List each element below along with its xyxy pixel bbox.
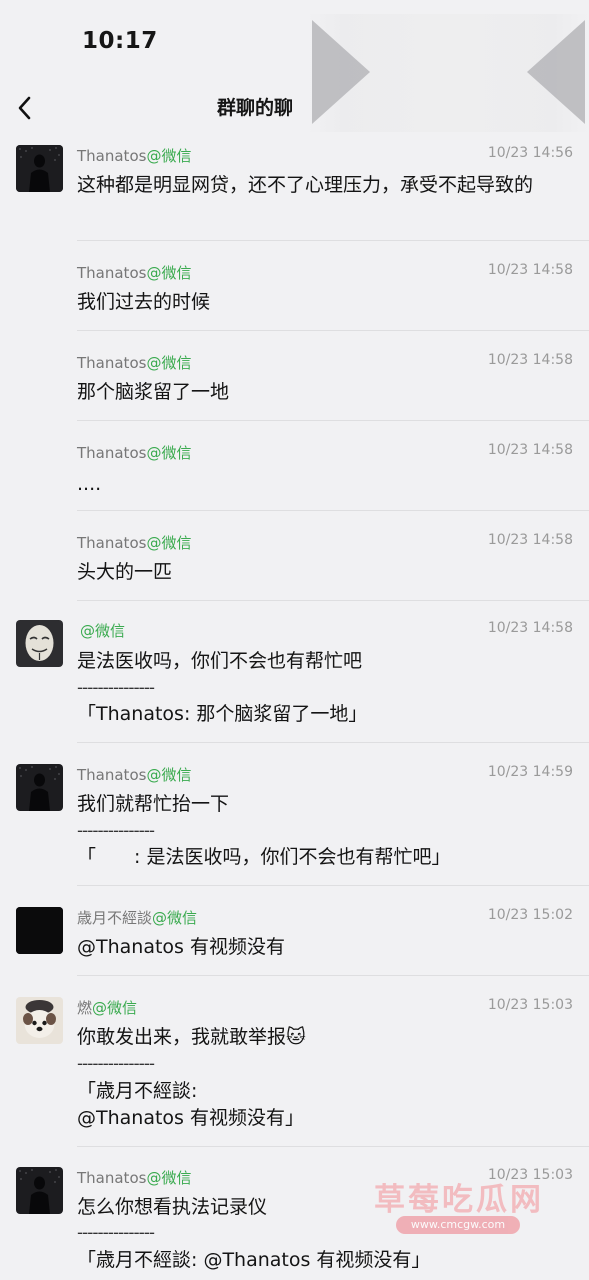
- message-text: @Thanatos 有视频没有: [77, 936, 285, 958]
- puppy-photo-icon: [16, 997, 63, 1044]
- message-text-body: 你敢发出来，我就敢举报: [77, 1026, 287, 1048]
- cat-emoji-icon: 🐱: [286, 1026, 306, 1048]
- avatar[interactable]: [16, 764, 63, 811]
- message-text: 是法医收吗，你们不会也有帮忙吧: [77, 650, 363, 672]
- message-timestamp: 10/23 14:59: [487, 764, 573, 780]
- divider: [77, 1146, 589, 1147]
- source-label: @微信: [146, 766, 192, 784]
- message-meta: Thanatos@微信: [77, 145, 191, 166]
- status-time: 10:17: [82, 28, 158, 54]
- message-meta: Thanatos@微信: [77, 262, 191, 283]
- message-meta: Thanatos@微信: [77, 532, 191, 553]
- message-timestamp: 10/23 15:02: [487, 907, 573, 923]
- avatar[interactable]: [16, 997, 63, 1044]
- sender-name: 燃: [77, 999, 93, 1017]
- avatar[interactable]: [16, 145, 63, 192]
- person-silhouette-icon: [16, 1167, 63, 1214]
- sender-name: Thanatos: [77, 264, 147, 282]
- page-title: 群聊的聊: [217, 97, 294, 119]
- quote-divider: ---------------: [77, 821, 155, 841]
- message-meta: Thanatos@微信: [77, 352, 191, 373]
- play-triangle-icon: [312, 20, 370, 124]
- sender-name: Thanatos: [77, 354, 147, 372]
- quoted-message-line[interactable]: 「歳月不經談:: [77, 1078, 197, 1105]
- source-label: @微信: [92, 999, 138, 1017]
- quote-divider: ---------------: [77, 1054, 155, 1074]
- sender-name: Thanatos: [77, 1169, 147, 1187]
- person-silhouette-icon: [16, 764, 63, 811]
- message-text: 这种都是明显网贷，还不了心理压力，承受不起导致的: [77, 174, 534, 196]
- divider: [77, 600, 589, 601]
- reverse-triangle-icon: [527, 20, 585, 124]
- sender-name: Thanatos: [77, 444, 147, 462]
- source-label: @微信: [146, 1169, 192, 1187]
- avatar[interactable]: [16, 1167, 63, 1214]
- quoted-message[interactable]: 「Thanatos: 那个脑浆留了一地」: [77, 701, 367, 728]
- quote-divider: ---------------: [77, 678, 155, 698]
- divider: [77, 885, 589, 886]
- avatar[interactable]: [16, 907, 63, 954]
- message-timestamp: 10/23 14:58: [487, 442, 573, 458]
- divider: [77, 240, 589, 241]
- message-meta: @微信: [80, 620, 125, 641]
- source-label: @微信: [152, 909, 198, 927]
- divider: [77, 510, 589, 511]
- source-label: @微信: [146, 264, 192, 282]
- mask-face-icon: [16, 620, 63, 667]
- message-meta: 燃@微信: [77, 997, 137, 1018]
- message-meta: 歳月不經談@微信: [77, 907, 197, 928]
- blank-avatar-icon: [16, 907, 63, 954]
- divider: [77, 975, 589, 976]
- message-text: 那个脑浆留了一地: [77, 381, 230, 403]
- divider: [77, 742, 589, 743]
- person-silhouette-icon: [16, 145, 63, 192]
- source-label: @微信: [80, 622, 126, 640]
- back-button[interactable]: [12, 90, 44, 126]
- divider: [77, 420, 589, 421]
- message-meta: Thanatos@微信: [77, 764, 191, 785]
- message-timestamp: 10/23 14:56: [487, 145, 573, 161]
- sender-name: Thanatos: [77, 766, 147, 784]
- message-text: 我们过去的时候: [77, 291, 211, 313]
- site-watermark: 草莓吃瓜网 www.cmcgw.com: [372, 1174, 582, 1244]
- message-meta: Thanatos@微信: [77, 442, 191, 463]
- source-label: @微信: [146, 354, 192, 372]
- message-text: 你敢发出来，我就敢举报🐱: [77, 1024, 572, 1050]
- sender-name: Thanatos: [77, 147, 147, 165]
- source-label: @微信: [146, 534, 192, 552]
- source-label: @微信: [146, 444, 192, 462]
- message-timestamp: 10/23 14:58: [487, 352, 573, 368]
- source-label: @微信: [146, 147, 192, 165]
- message-text: 头大的一匹: [77, 561, 173, 583]
- avatar[interactable]: [16, 620, 63, 667]
- quoted-message[interactable]: 「歳月不經談: @Thanatos 有视频没有」: [77, 1247, 430, 1274]
- sender-name: Thanatos: [77, 534, 147, 552]
- message-text: 我们就帮忙抬一下: [77, 793, 230, 815]
- watermark-url: www.cmcgw.com: [396, 1216, 520, 1234]
- watermark-title: 草莓吃瓜网: [374, 1182, 544, 1218]
- sender-name: 歳月不經談: [77, 909, 153, 927]
- message-meta: Thanatos@微信: [77, 1167, 191, 1188]
- message-timestamp: 10/23 14:58: [487, 620, 573, 636]
- divider: [77, 330, 589, 331]
- quote-divider: ---------------: [77, 1223, 155, 1243]
- message-timestamp: 10/23 14:58: [487, 262, 573, 278]
- quoted-message[interactable]: 「 : 是法医收吗，你们不会也有帮忙吧」: [77, 844, 450, 871]
- message-timestamp: 10/23 15:03: [487, 997, 573, 1013]
- redaction-overlay: [308, 14, 589, 132]
- chevron-left-icon: [18, 96, 31, 120]
- message-text: ....: [77, 473, 102, 495]
- message-timestamp: 10/23 14:58: [487, 532, 573, 548]
- quoted-message-line[interactable]: @Thanatos 有视频没有」: [77, 1105, 304, 1132]
